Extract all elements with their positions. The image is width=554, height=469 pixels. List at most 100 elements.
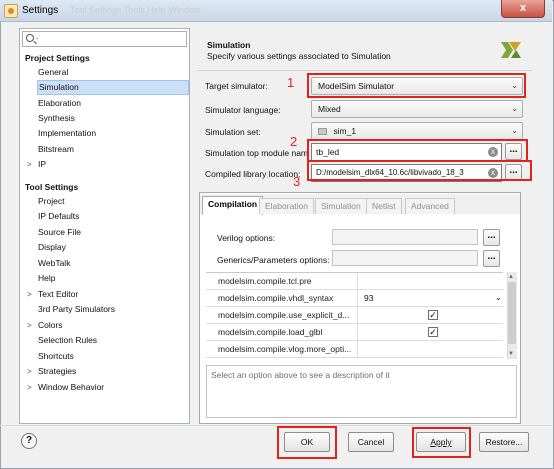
nav-3rd-party-simulators[interactable]: 3rd Party Simulators <box>37 302 189 317</box>
nav-ip-defaults[interactable]: IP Defaults <box>37 209 189 224</box>
target-simulator-label: Target simulator: <box>205 81 268 91</box>
nav-webtalk[interactable]: WebTalk <box>37 256 189 271</box>
column-divider <box>357 307 358 324</box>
option-description-box: Select an option above to see a descript… <box>206 365 517 418</box>
annotation-number-1: 1 <box>287 75 295 90</box>
nav-ip[interactable]: > IP <box>27 157 189 172</box>
nav-elaboration[interactable]: Elaboration <box>37 96 189 111</box>
generics-options-label: Generics/Parameters options: <box>217 255 330 265</box>
simulator-language-value: Mixed <box>318 104 341 114</box>
page-title: Simulation <box>207 40 251 50</box>
annotation-number-2: 2 <box>290 134 298 149</box>
annotation-box-1 <box>307 73 526 98</box>
nav-general[interactable]: General <box>37 65 189 80</box>
annotation-box-3 <box>307 160 532 181</box>
page-subtitle: Specify various settings associated to S… <box>207 51 391 61</box>
ok-button[interactable]: OK <box>284 432 330 452</box>
nav-ip-label: IP <box>38 159 47 169</box>
tab-compilation[interactable]: Compilation <box>202 196 264 215</box>
scroll-down-icon[interactable]: ▼ <box>508 351 514 357</box>
nav-implementation[interactable]: Implementation <box>37 126 189 141</box>
nav-window-behavior-label: Window Behavior <box>38 382 105 392</box>
column-divider <box>357 290 358 307</box>
settings-app-icon <box>4 4 18 18</box>
scrollbar-thumb[interactable] <box>508 282 516 344</box>
chevron-right-icon[interactable]: > <box>27 364 32 379</box>
window-title: Settings <box>22 5 59 16</box>
table-row[interactable]: modelsim.compile.use_explicit_d... ✓ <box>206 307 503 324</box>
chevron-right-icon[interactable]: > <box>27 318 32 333</box>
table-row[interactable]: modelsim.compile.load_glbl ✓ <box>206 324 503 341</box>
top-module-label: Simulation top module name: <box>205 148 308 158</box>
nav-project[interactable]: Project <box>37 194 189 209</box>
table-row[interactable]: modelsim.compile.tcl.pre <box>206 273 503 290</box>
project-settings-heading: Project Settings <box>25 53 90 63</box>
compile-options-table: modelsim.compile.tcl.pre modelsim.compil… <box>206 272 503 359</box>
restore-button[interactable]: Restore... <box>479 432 529 452</box>
close-window-button[interactable]: x <box>501 0 545 18</box>
search-dropdown-icon[interactable]: - <box>36 36 38 43</box>
background-menu-ghost: Tool Settings Tools Help Window <box>70 5 201 15</box>
nav-selection-rules[interactable]: Selection Rules <box>37 333 189 348</box>
chevron-right-icon[interactable]: > <box>27 157 32 172</box>
scroll-up-icon[interactable]: ▲ <box>508 274 514 280</box>
verilog-options-input[interactable] <box>332 229 478 245</box>
chevron-down-icon: ⌄ <box>511 104 518 113</box>
option-name: modelsim.compile.tcl.pre <box>218 276 312 286</box>
nav-shortcuts[interactable]: Shortcuts <box>37 349 189 364</box>
search-input[interactable]: - <box>22 31 187 47</box>
option-name: modelsim.compile.use_explicit_d... <box>218 310 350 320</box>
chevron-right-icon[interactable]: > <box>27 380 32 395</box>
nav-help[interactable]: Help <box>37 271 189 286</box>
column-divider <box>357 341 358 358</box>
generics-options-browse-button[interactable]: ... <box>483 250 500 267</box>
nav-strategies-label: Strategies <box>38 366 77 376</box>
search-icon <box>26 34 34 42</box>
generics-options-input[interactable] <box>332 250 478 266</box>
chevron-down-icon[interactable]: ⌄ <box>495 293 502 302</box>
option-name: modelsim.compile.vlog.more_opti... <box>218 344 352 354</box>
option-checkbox[interactable]: ✓ <box>428 310 438 320</box>
help-icon[interactable]: ? <box>21 433 37 449</box>
column-divider <box>357 273 358 290</box>
chevron-right-icon[interactable]: > <box>27 287 32 302</box>
simulation-set-select[interactable]: sim_1 ⌄ <box>311 122 523 140</box>
nav-strategies[interactable]: > Strategies <box>27 364 189 379</box>
option-description-text: Select an option above to see a descript… <box>211 370 390 380</box>
folder-icon <box>318 128 327 135</box>
tab-netlist[interactable]: Netlist <box>366 198 402 214</box>
cancel-button[interactable]: Cancel <box>348 432 394 452</box>
nav-synthesis[interactable]: Synthesis <box>37 111 189 126</box>
tab-simulation[interactable]: Simulation <box>315 198 367 214</box>
nav-source-file[interactable]: Source File <box>37 225 189 240</box>
verilog-options-browse-button[interactable]: ... <box>483 229 500 246</box>
compiled-library-label: Compiled library location: <box>205 169 301 179</box>
nav-text-editor[interactable]: > Text Editor <box>27 287 189 302</box>
nav-colors-label: Colors <box>38 320 63 330</box>
chevron-down-icon: ⌄ <box>511 126 518 135</box>
simulation-set-label: Simulation set: <box>205 127 261 137</box>
simulator-language-label: Simulator language: <box>205 105 281 115</box>
simulation-set-value: sim_1 <box>333 126 357 136</box>
simulator-language-select[interactable]: Mixed ⌄ <box>311 100 523 118</box>
settings-navigation-panel: - Project Settings General Simulation El… <box>19 28 190 424</box>
nav-text-editor-label: Text Editor <box>38 289 79 299</box>
nav-bitstream[interactable]: Bitstream <box>37 142 189 157</box>
option-name: modelsim.compile.load_glbl <box>218 327 323 337</box>
nav-simulation[interactable]: Simulation <box>37 80 189 95</box>
nav-colors[interactable]: > Colors <box>27 318 189 333</box>
vivado-logo-icon <box>501 42 521 58</box>
apply-button[interactable]: Apply <box>416 432 466 452</box>
option-name: modelsim.compile.vhdl_syntax <box>218 293 334 303</box>
table-row[interactable]: modelsim.compile.vlog.more_opti... <box>206 341 503 358</box>
tab-advanced[interactable]: Advanced <box>405 198 455 214</box>
footer-divider <box>0 425 552 426</box>
option-checkbox[interactable]: ✓ <box>428 327 438 337</box>
table-row[interactable]: modelsim.compile.vhdl_syntax 93 ⌄ <box>206 290 503 307</box>
nav-display[interactable]: Display <box>37 240 189 255</box>
annotation-number-3: 3 <box>293 174 301 189</box>
column-divider <box>357 324 358 341</box>
nav-window-behavior[interactable]: > Window Behavior <box>27 380 189 395</box>
option-value[interactable]: 93 <box>364 293 373 303</box>
tab-elaboration[interactable]: Elaboration <box>259 198 315 214</box>
